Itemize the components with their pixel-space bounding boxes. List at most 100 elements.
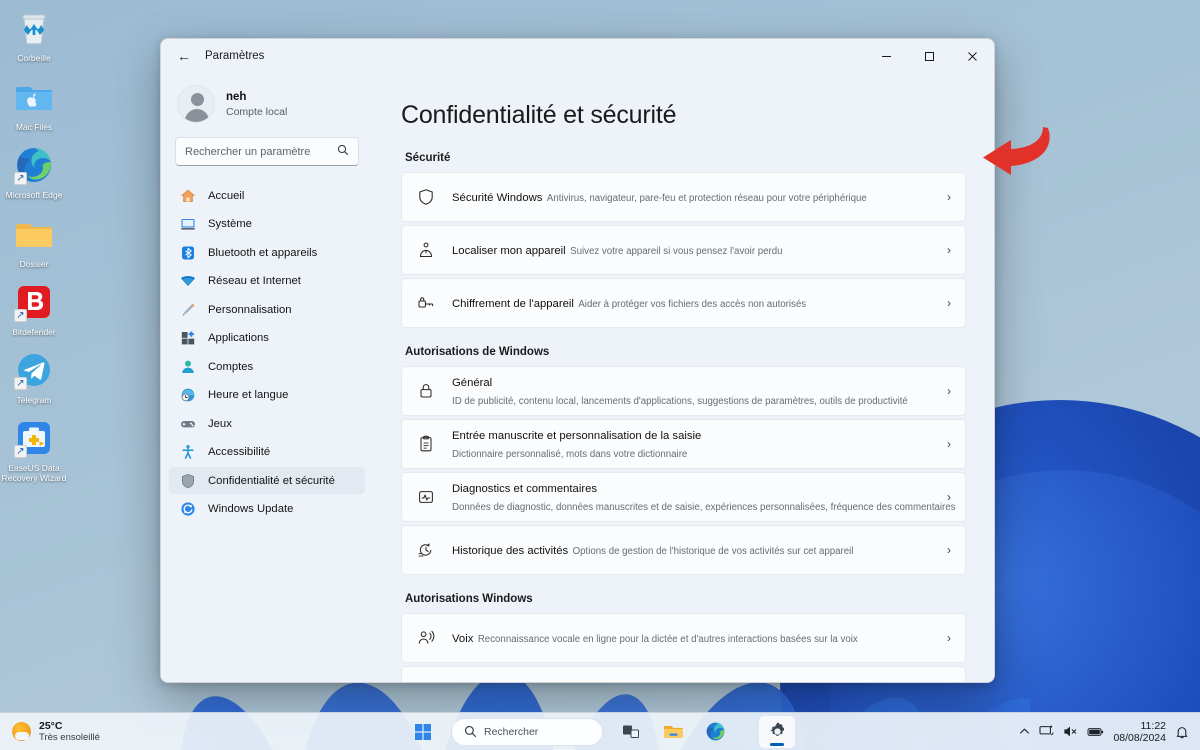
sidebar-item-applications[interactable]: Applications	[169, 325, 365, 352]
network-tray-icon[interactable]	[1039, 724, 1055, 739]
maximize-button[interactable]	[908, 39, 951, 73]
card-subtitle: Dictionnaire personnalisé, mots dans vot…	[452, 449, 688, 460]
card-subtitle: Suivez votre appareil si vous pensez l'a…	[570, 246, 783, 257]
taskbar-search-placeholder: Rechercher	[484, 725, 539, 738]
tray-chevron-up-icon[interactable]	[1019, 726, 1030, 737]
sidebar-item-label: Bluetooth et appareils	[208, 246, 318, 259]
settings-search-box[interactable]	[175, 137, 359, 166]
chevron-right-icon: ›	[947, 243, 951, 257]
window-body: neh Compte local Accueil	[161, 73, 994, 682]
sidebar-item-systeme[interactable]: Système	[169, 211, 365, 238]
card-chiffrement-appareil[interactable]: Chiffrement de l'appareil Aider à protég…	[401, 278, 966, 328]
card-securite-windows[interactable]: Sécurité Windows Antivirus, navigateur, …	[401, 172, 966, 222]
sidebar-item-comptes[interactable]: Comptes	[169, 353, 365, 380]
card-historique-activites[interactable]: Historique des activités Options de gest…	[401, 525, 966, 575]
taskbar-weather-widget[interactable]: 25°C Très ensoleillé	[0, 720, 100, 744]
taskbar-system-tray: 11:22 08/08/2024	[1019, 720, 1200, 744]
card-title: Chiffrement de l'appareil	[452, 298, 574, 310]
locate-device-icon	[415, 241, 437, 259]
task-view-button[interactable]	[613, 716, 649, 748]
apps-icon	[179, 330, 196, 347]
volume-muted-icon[interactable]	[1063, 724, 1078, 739]
desktop-icon-label: Dossier	[19, 259, 49, 269]
sidebar-item-jeux[interactable]: Jeux	[169, 410, 365, 437]
sidebar-item-label: Jeux	[208, 417, 232, 430]
back-arrow-icon: ←	[177, 48, 191, 64]
search-icon	[464, 725, 477, 738]
edge-icon: ↗	[14, 145, 54, 185]
chevron-right-icon: ›	[947, 296, 951, 310]
telegram-icon: ↗	[14, 350, 54, 390]
voice-icon	[415, 629, 437, 647]
microsoft-edge-button[interactable]	[697, 716, 733, 748]
gear-icon	[770, 722, 784, 736]
chevron-right-icon: ›	[947, 190, 951, 204]
accessibility-icon	[179, 444, 196, 461]
sidebar-nav: Accueil Système Bluetooth et appareils R…	[169, 180, 365, 682]
sidebar-item-accessibilite[interactable]: Accessibilité	[169, 439, 365, 466]
desktop-icon-label: EaseUS Data Recovery Wizard	[1, 463, 67, 483]
update-icon	[179, 501, 196, 518]
card-title: Diagnostics et commentaires	[452, 483, 598, 495]
card-diagnostics-commentaires[interactable]: Diagnostics et commentaires Données de d…	[401, 472, 966, 522]
taskbar-search-box[interactable]: Rechercher	[451, 717, 603, 746]
card-localiser-mon-appareil[interactable]: Localiser mon appareil Suivez votre appa…	[401, 225, 966, 275]
start-button[interactable]	[405, 716, 441, 748]
search-icon	[337, 144, 349, 159]
clock-time: 11:22	[1140, 719, 1167, 732]
sidebar-item-reseau[interactable]: Réseau et Internet	[169, 268, 365, 295]
desktop-icon-dossier[interactable]: Dossier	[0, 214, 68, 269]
minimize-button[interactable]	[865, 39, 908, 73]
desktop-icon-easeus-data-recovery[interactable]: ↗ EaseUS Data Recovery Wizard	[0, 418, 68, 483]
bell-icon[interactable]	[1175, 725, 1189, 739]
sidebar-item-accueil[interactable]: Accueil	[169, 182, 365, 209]
sidebar-item-confidentialite-securite[interactable]: Confidentialité et sécurité	[169, 467, 365, 494]
shield-icon	[179, 472, 196, 489]
close-button[interactable]	[951, 39, 994, 73]
card-general[interactable]: Général ID de publicité, contenu local, …	[401, 366, 966, 416]
desktop-icon-microsoft-edge[interactable]: ↗ Microsoft Edge	[0, 145, 68, 200]
file-explorer-button[interactable]	[655, 716, 691, 748]
account-name: neh	[226, 90, 247, 103]
sidebar-item-label: Personnalisation	[208, 303, 292, 316]
settings-taskbar-button[interactable]	[759, 715, 795, 748]
desktop: Corbeille Mac Files ↗ Microsoft Edge Dos…	[0, 0, 1200, 750]
desktop-icon-mac-files[interactable]: Mac Files	[0, 77, 68, 132]
chevron-right-icon: ›	[947, 437, 951, 451]
sidebar-item-label: Réseau et Internet	[208, 275, 301, 287]
windows-start-icon	[415, 723, 431, 740]
recycle-bin-icon	[14, 8, 54, 48]
desktop-icon-telegram[interactable]: ↗ Telegram	[0, 350, 68, 405]
card-subtitle: Antivirus, navigateur, pare-feu et prote…	[546, 193, 867, 204]
sidebar-item-heure-langue[interactable]: Heure et langue	[169, 382, 365, 409]
close-icon	[968, 51, 977, 61]
card-title: Historique des activités	[452, 545, 569, 557]
sidebar-item-bluetooth[interactable]: Bluetooth et appareils	[169, 239, 365, 266]
clock-date: 08/08/2024	[1113, 731, 1166, 744]
battery-icon[interactable]	[1087, 726, 1104, 738]
clock-globe-icon	[179, 387, 196, 404]
weather-description: Très ensoleillé	[39, 731, 100, 743]
task-view-icon	[623, 725, 639, 738]
chevron-right-icon: ›	[947, 384, 951, 398]
lock-icon	[415, 382, 437, 400]
desktop-icon-label: Telegram	[16, 395, 52, 405]
search-input[interactable]	[185, 145, 333, 158]
account-block[interactable]: neh Compte local	[169, 73, 365, 137]
desktop-icon-bitdefender[interactable]: ↗ Bitdefender	[0, 282, 68, 337]
section-heading-autorisations-windows: Autorisations Windows	[405, 593, 533, 605]
sidebar: neh Compte local Accueil	[161, 73, 373, 682]
taskbar-clock[interactable]: 11:22 08/08/2024	[1113, 720, 1166, 744]
card-title: Général	[452, 377, 493, 389]
chevron-right-icon: ›	[947, 543, 951, 557]
brush-icon	[179, 301, 196, 318]
card-voix[interactable]: Voix Reconnaissance vocale en ligne pour…	[401, 613, 966, 663]
diagnostics-icon	[415, 488, 437, 506]
card-entree-manuscrite[interactable]: Entrée manuscrite et personnalisation de…	[401, 419, 966, 469]
card-title: Entrée manuscrite et personnalisation de…	[452, 430, 702, 442]
sidebar-item-personnalisation[interactable]: Personnalisation	[169, 296, 365, 323]
back-button[interactable]: ←	[169, 43, 199, 69]
desktop-icon-recycle-bin[interactable]: Corbeille	[0, 8, 68, 63]
card-autorisations-recherche[interactable]: Autorisations de recherche Filtre adulte…	[401, 666, 966, 682]
sidebar-item-windows-update[interactable]: Windows Update	[169, 496, 365, 523]
